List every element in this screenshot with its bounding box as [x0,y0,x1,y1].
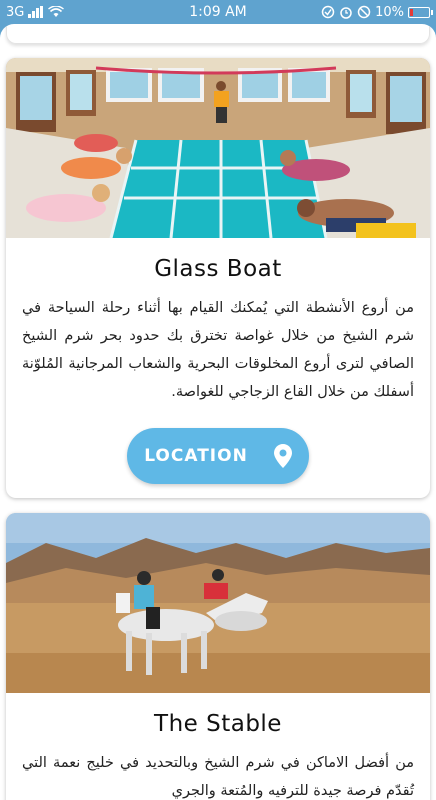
clock: 1:09 AM [189,4,247,20]
place-card-glass-boat: Glass Boat من أروع الأنشطة التي يُمكنك ا… [6,58,430,498]
card-description: من أفضل الاماكن في شرم الشيخ وبالتحديد ف… [22,755,414,799]
horse-stable-photo [6,513,430,693]
battery-icon [408,6,433,18]
card-title: The Stable [154,711,282,737]
content-area[interactable]: Glass Boat من أروع الأنشطة التي يُمكنك ا… [0,24,436,800]
card-description: من أروع الأنشطة التي يُمكنك القيام بها أ… [22,300,414,400]
glass-boat-photo [6,58,430,238]
card-title: Glass Boat [154,256,282,282]
map-pin-icon [273,444,292,468]
location-button[interactable]: LOCATION [127,428,309,484]
place-card-the-stable: The Stable من أفضل الاماكن في شرم الشيخ … [6,513,430,800]
status-bar: 3G 1:09 AM 10% [0,0,436,24]
location-button-label: LOCATION [144,446,248,466]
previous-card-edge [6,24,430,44]
